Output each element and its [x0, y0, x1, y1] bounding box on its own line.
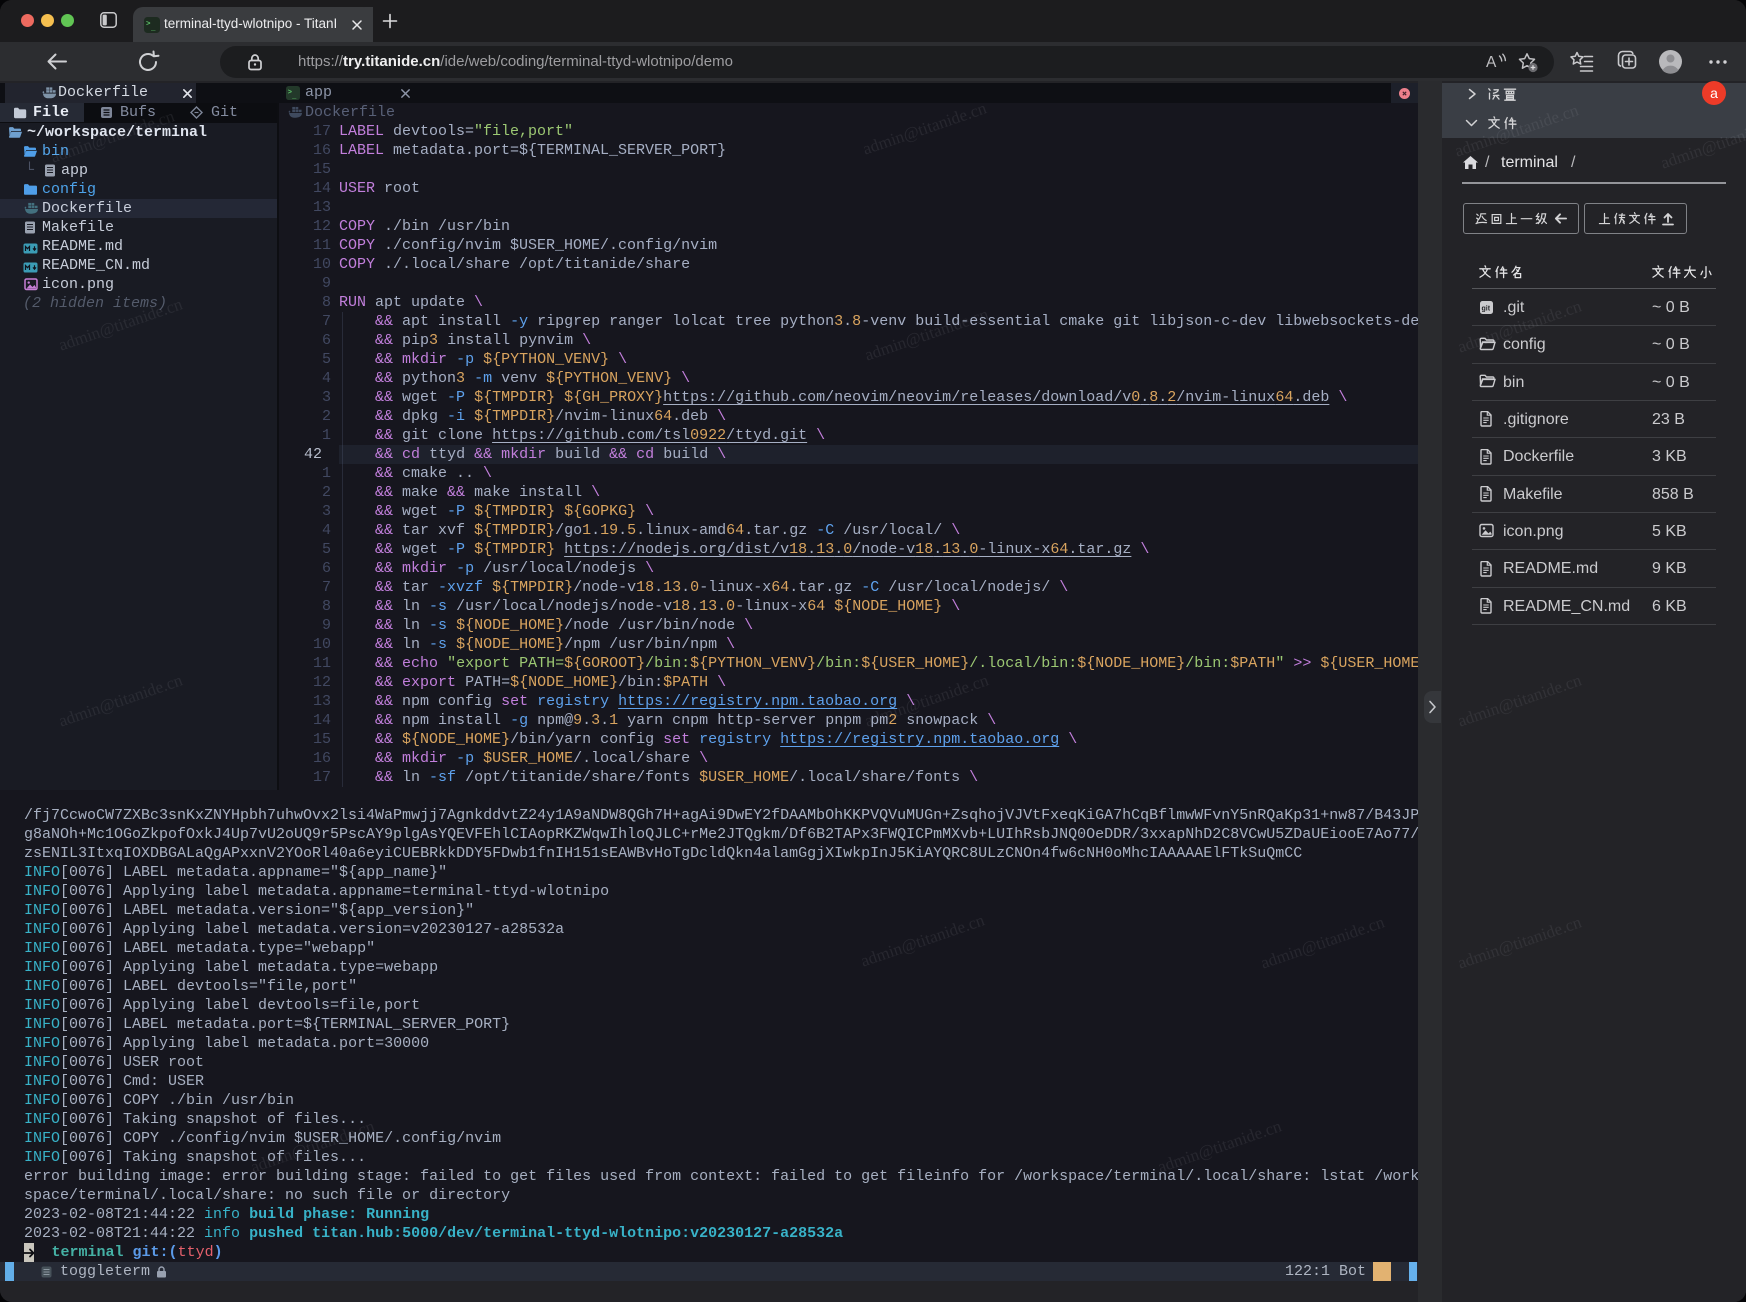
svg-text:A: A	[1486, 54, 1497, 71]
svg-text:_: _	[291, 92, 297, 100]
svg-text:_: _	[150, 25, 156, 33]
svg-text:git: git	[1482, 305, 1491, 312]
